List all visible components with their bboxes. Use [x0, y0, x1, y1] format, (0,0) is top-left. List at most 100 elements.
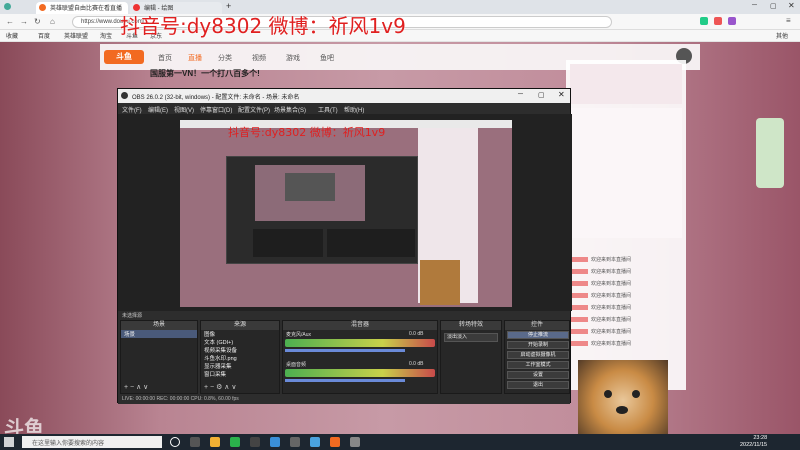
level-badge-icon: [570, 317, 588, 323]
channel-db: 0.0 dB: [409, 361, 424, 367]
obs-source-status: 未选择源: [118, 311, 570, 320]
dock-title: 场景: [121, 321, 197, 330]
source-item[interactable]: 显示器采集: [201, 362, 279, 370]
side-promo-icon[interactable]: [756, 118, 784, 188]
browser-tab-1[interactable]: 英雄联盟自由比赛在看直播: [36, 2, 128, 14]
channel-name: 桌面音频: [286, 362, 307, 368]
forward-icon[interactable]: →: [20, 17, 28, 26]
menu-item[interactable]: 场景集合(S): [274, 105, 306, 114]
obs-title: OBS 26.0.2 (32-bit, windows) - 配置文件: 未命名…: [132, 95, 300, 101]
source-item[interactable]: 斗鱼水印.png: [201, 354, 279, 362]
chat-row: 欢迎来到本直播间: [570, 280, 682, 287]
bookmark-item[interactable]: 收藏: [6, 31, 18, 40]
captured-obs-window: [226, 156, 418, 264]
windows-start-icon[interactable]: [4, 437, 14, 447]
obs-docks: 场景 场景 + − ∧ ∨ 来源 图像 文本 (GDI+) 视频采集设备 斗鱼水…: [118, 320, 572, 394]
stream-watermark: 抖音号:dy8302 微博：祈风1v9: [120, 14, 406, 38]
source-item[interactable]: 图像: [201, 330, 279, 338]
menu-item[interactable]: 文件(F): [122, 105, 142, 114]
minimize-icon[interactable]: ─: [518, 91, 523, 98]
task-view-icon[interactable]: [190, 437, 200, 447]
clock-time: 23:28: [753, 435, 768, 441]
maximize-icon[interactable]: ▢: [538, 91, 545, 99]
captured-controls: [327, 229, 415, 257]
dock-title: 控件: [505, 321, 569, 330]
app-icon[interactable]: [310, 437, 320, 447]
studio-mode-button[interactable]: 工作室模式: [507, 361, 569, 369]
bookmark-item[interactable]: 淘宝: [100, 31, 112, 40]
wechat-icon[interactable]: [230, 437, 240, 447]
nav-item[interactable]: 首页: [158, 53, 172, 63]
menu-icon[interactable]: ≡: [786, 16, 791, 25]
cortana-icon[interactable]: [170, 437, 180, 447]
add-icon[interactable]: + − ∧ ∨: [124, 383, 148, 391]
captured-webcam: [420, 260, 460, 305]
scenes-dock: 场景 场景 + − ∧ ∨: [120, 320, 198, 394]
source-item[interactable]: 窗口采集: [201, 370, 279, 378]
back-icon[interactable]: ←: [6, 17, 14, 26]
captured-mixer: [253, 229, 323, 257]
volume-slider[interactable]: [285, 349, 405, 352]
app-icon[interactable]: [270, 437, 280, 447]
volume-meter: [285, 369, 435, 377]
virtual-camera-button[interactable]: 启动虚拟摄像机: [507, 351, 569, 359]
channel-db: 0.0 dB: [409, 331, 424, 337]
obs-app-icon[interactable]: [250, 437, 260, 447]
menu-item[interactable]: 停靠窗口(D): [200, 105, 232, 114]
settings-button[interactable]: 设置: [507, 371, 569, 379]
source-item[interactable]: 视频采集设备: [201, 346, 279, 354]
taskbar-search-input[interactable]: 在这里输入你要搜索的内容: [22, 436, 162, 448]
extension-icon[interactable]: [700, 17, 708, 25]
obs-logo-icon: [121, 92, 128, 99]
menu-item[interactable]: 视图(V): [174, 105, 194, 114]
minimize-icon[interactable]: ─: [752, 2, 757, 9]
transition-select[interactable]: 淡出淡入: [444, 333, 498, 342]
taskbar-clock[interactable]: 23:28 2022/11/15: [740, 435, 767, 449]
gift-ranking: [570, 64, 682, 104]
scene-item[interactable]: 场景: [121, 330, 197, 338]
close-icon[interactable]: ✕: [558, 90, 565, 99]
start-recording-button[interactable]: 开始录制: [507, 341, 569, 349]
bookmark-item[interactable]: 英雄联盟: [64, 31, 88, 40]
stop-streaming-button[interactable]: 停止推流: [507, 331, 569, 339]
app-icon[interactable]: [290, 437, 300, 447]
exit-button[interactable]: 退出: [507, 381, 569, 389]
menu-item[interactable]: 工具(T): [318, 105, 338, 114]
nav-item[interactable]: 游戏: [286, 53, 300, 63]
nav-item[interactable]: 鱼吧: [320, 53, 334, 63]
nav-item[interactable]: 视频: [252, 53, 266, 63]
add-icon[interactable]: + − ⚙ ∧ ∨: [204, 383, 236, 391]
level-badge-icon: [570, 269, 588, 275]
level-badge-icon: [570, 293, 588, 299]
menu-item[interactable]: 帮助(H): [344, 105, 364, 114]
dock-title: 转场特效: [441, 321, 501, 330]
desktop: 英雄联盟自由比赛在看直播 编辑 - 绘图 + ─ ▢ ✕ ← → ↻ ⌂ htt…: [0, 0, 800, 450]
extension-icon[interactable]: [714, 17, 722, 25]
obs-preview[interactable]: 抖音号:dy8302 微博：祈风1v9: [118, 114, 572, 311]
bookmark-item[interactable]: 百度: [38, 31, 50, 40]
volume-meter: [285, 339, 435, 347]
nav-item[interactable]: 直播: [188, 53, 202, 63]
tab-label: 英雄联盟自由比赛在看直播: [50, 6, 123, 12]
site-logo[interactable]: 斗鱼: [104, 50, 144, 64]
nav-item[interactable]: 分类: [218, 53, 232, 63]
bookmark-item[interactable]: 其他: [776, 31, 788, 40]
chat-row: 欢迎来到本直播间: [570, 268, 682, 275]
browser-app-icon[interactable]: [210, 437, 220, 447]
chat-row: 欢迎来到本直播间: [570, 256, 682, 263]
maximize-icon[interactable]: ▢: [770, 2, 777, 10]
level-badge-icon: [570, 281, 588, 287]
app-icon[interactable]: [350, 437, 360, 447]
menu-item[interactable]: 编辑(E): [148, 105, 168, 114]
dog-eye: [604, 390, 612, 398]
douyu-app-icon[interactable]: [330, 437, 340, 447]
taskbar: 在这里输入你要搜索的内容 23:28 2022/11/15: [0, 434, 800, 450]
close-icon[interactable]: ✕: [788, 1, 795, 10]
home-icon[interactable]: ⌂: [50, 17, 55, 26]
reload-icon[interactable]: ↻: [34, 17, 41, 26]
source-item[interactable]: 文本 (GDI+): [201, 338, 279, 346]
volume-slider[interactable]: [285, 379, 405, 382]
menu-item[interactable]: 配置文件(P): [238, 105, 270, 114]
extension-icon[interactable]: [728, 17, 736, 25]
chat-row: 欢迎来到本直播间: [570, 328, 682, 335]
